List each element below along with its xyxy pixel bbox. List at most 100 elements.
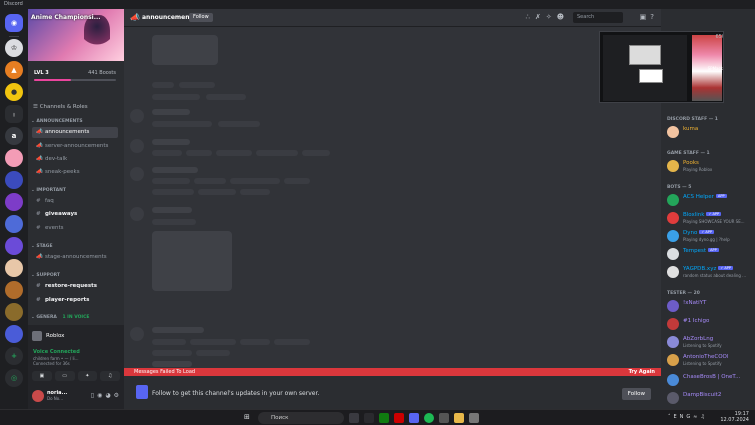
- member-item[interactable]: TempestAPP: [667, 247, 755, 261]
- header-right: ▣?: [640, 13, 658, 21]
- member-item[interactable]: AntonioTheCOOlListening to Spotify: [667, 353, 755, 367]
- channel-sneak-peeks[interactable]: 📣sneak-peeks: [32, 167, 118, 178]
- headset-icon[interactable]: ◕: [105, 392, 113, 399]
- app-icon[interactable]: [439, 413, 449, 423]
- member-item[interactable]: #1 Ichigo: [667, 317, 755, 331]
- inbox-icon[interactable]: ▣: [640, 13, 651, 21]
- server-icon[interactable]: [5, 303, 23, 321]
- channel-restore-requests[interactable]: #restore-requests: [32, 281, 118, 292]
- camera-button[interactable]: ▣: [32, 371, 52, 381]
- server-icon[interactable]: [5, 325, 23, 343]
- spotify-icon[interactable]: [424, 413, 434, 423]
- gear-icon[interactable]: ⚙: [114, 392, 122, 399]
- category-stage[interactable]: ⌄ STAGE: [31, 244, 53, 249]
- member-item[interactable]: !xNatiYT: [667, 299, 755, 313]
- taskbar-search[interactable]: Поиск: [258, 412, 344, 424]
- stream-window: [639, 69, 663, 83]
- now-playing[interactable]: Roblox: [32, 329, 120, 343]
- discord-icon[interactable]: [409, 413, 419, 423]
- voice-status[interactable]: Voice Connected: [33, 349, 80, 355]
- channel-events[interactable]: #events: [32, 223, 118, 234]
- app-icon[interactable]: [469, 413, 479, 423]
- server-banner[interactable]: Anime Championsi...: [28, 9, 124, 61]
- member-item[interactable]: ChaseBrosB | OneT...: [667, 373, 755, 387]
- hash-icon: #: [36, 295, 45, 306]
- server-icon[interactable]: ♔: [5, 39, 23, 57]
- server-separator: [9, 36, 19, 37]
- user-panel[interactable]: noria... Do No... ▯◉◕⚙: [32, 389, 122, 403]
- pin-icon[interactable]: ✧: [546, 13, 557, 21]
- threads-icon[interactable]: ∴: [525, 13, 534, 21]
- avatar: [667, 126, 679, 138]
- try-again-button[interactable]: Try Again: [629, 368, 655, 376]
- widgets-icon[interactable]: [349, 413, 359, 423]
- channel-server-announcements[interactable]: 📣server-announcements: [32, 141, 118, 152]
- member-item[interactable]: PooksPlaying Roblox: [667, 159, 755, 173]
- member-name: Dyno✓ APP: [683, 230, 714, 236]
- soundboard-button[interactable]: ♫: [100, 371, 120, 381]
- server-icon[interactable]: a: [5, 127, 23, 145]
- server-icon[interactable]: [5, 215, 23, 233]
- member-item[interactable]: kuma: [667, 125, 755, 139]
- server-icon[interactable]: [5, 193, 23, 211]
- server-icon[interactable]: [5, 259, 23, 277]
- activity-button[interactable]: ✦: [78, 371, 98, 381]
- category-label: ANNOUNCEMENTS: [36, 119, 82, 124]
- windows-start-icon[interactable]: ⊞: [244, 413, 250, 421]
- channel-title: announcements: [142, 14, 196, 21]
- channel-dev-talk[interactable]: 📣dev-talk: [32, 154, 118, 165]
- follow-header-button[interactable]: Follow: [189, 13, 213, 22]
- server-icon[interactable]: ◊: [5, 105, 23, 123]
- boost-count[interactable]: 441 Boosts: [88, 70, 116, 76]
- volume-icon[interactable]: ♫: [700, 414, 707, 420]
- channel-faq[interactable]: #faq: [32, 196, 118, 207]
- member-item[interactable]: ACS HelperAPP: [667, 193, 755, 207]
- server-icon[interactable]: [5, 281, 23, 299]
- mute-icon[interactable]: ✗: [535, 13, 546, 21]
- category-important[interactable]: ⌄ IMPORTANT: [31, 188, 66, 193]
- lang-indicator[interactable]: ENG: [674, 414, 694, 420]
- help-icon[interactable]: ?: [650, 13, 658, 21]
- follow-button[interactable]: Follow: [622, 388, 651, 400]
- members-icon[interactable]: ☻: [557, 13, 569, 21]
- server-list: ◉ ♔ ▲ ● ◊ a + ◎: [0, 9, 28, 409]
- category-support[interactable]: ⌄ SUPPORT: [31, 273, 60, 278]
- main-content: 📣 announcements Follow ∴✗✧☻ Search ▣?: [124, 9, 661, 409]
- home-discord-icon[interactable]: ◉: [5, 14, 23, 32]
- discover-icon[interactable]: ◎: [5, 369, 23, 387]
- category-announcements[interactable]: ⌄ ANNOUNCEMENTS: [31, 119, 83, 124]
- member-item[interactable]: AbZorbLngListening to Spotify: [667, 335, 755, 349]
- stream-preview[interactable]: 650 SPMack: [599, 31, 724, 103]
- channels-roles-link[interactable]: ☰ Channels & Roles: [33, 104, 88, 110]
- channel-stage-announcements[interactable]: 📣stage-announcements: [32, 252, 118, 263]
- server-icon[interactable]: [5, 171, 23, 189]
- skeleton-line: [152, 327, 204, 333]
- skeleton-line: [179, 82, 215, 88]
- member-item[interactable]: DampBiscuit2: [667, 391, 755, 405]
- clock[interactable]: 19:1712.07.2024: [720, 411, 749, 423]
- channel-announcements[interactable]: 📣announcements: [32, 127, 118, 138]
- member-item[interactable]: Bloxlink✓ APPPlaying SHOWCASE YOUR SE...: [667, 211, 755, 225]
- xbox-icon[interactable]: [379, 413, 389, 423]
- server-icon[interactable]: [5, 149, 23, 167]
- server-icon[interactable]: ●: [5, 83, 23, 101]
- channel-label: restore-requests: [45, 283, 97, 289]
- server-icon[interactable]: [5, 237, 23, 255]
- megaphone-icon: 📣: [130, 13, 140, 22]
- search-input[interactable]: Search: [573, 12, 623, 23]
- app-icon[interactable]: [394, 413, 404, 423]
- channel-giveaways[interactable]: #giveaways: [32, 209, 118, 220]
- explorer-icon[interactable]: [454, 413, 464, 423]
- category-general[interactable]: ⌄ GENERA 1 IN VOICE: [31, 315, 89, 320]
- server-icon[interactable]: ▲: [5, 61, 23, 79]
- screen-share-button[interactable]: ▭: [55, 371, 75, 381]
- add-server-icon[interactable]: +: [5, 347, 23, 365]
- app-icon[interactable]: [364, 413, 374, 423]
- avatar: [32, 390, 44, 402]
- member-item[interactable]: Dyno✓ APPPlaying dyno.gg | ?help: [667, 229, 755, 243]
- skeleton-line: [152, 339, 186, 345]
- error-banner: Messages Failed To Load Try Again: [124, 368, 661, 376]
- member-item[interactable]: YAGPDB.xyz✓ APPrandom status about deali…: [667, 265, 755, 279]
- channel-player-reports[interactable]: #player-reports: [32, 295, 118, 306]
- member-name: AntonioTheCOOl: [683, 354, 728, 360]
